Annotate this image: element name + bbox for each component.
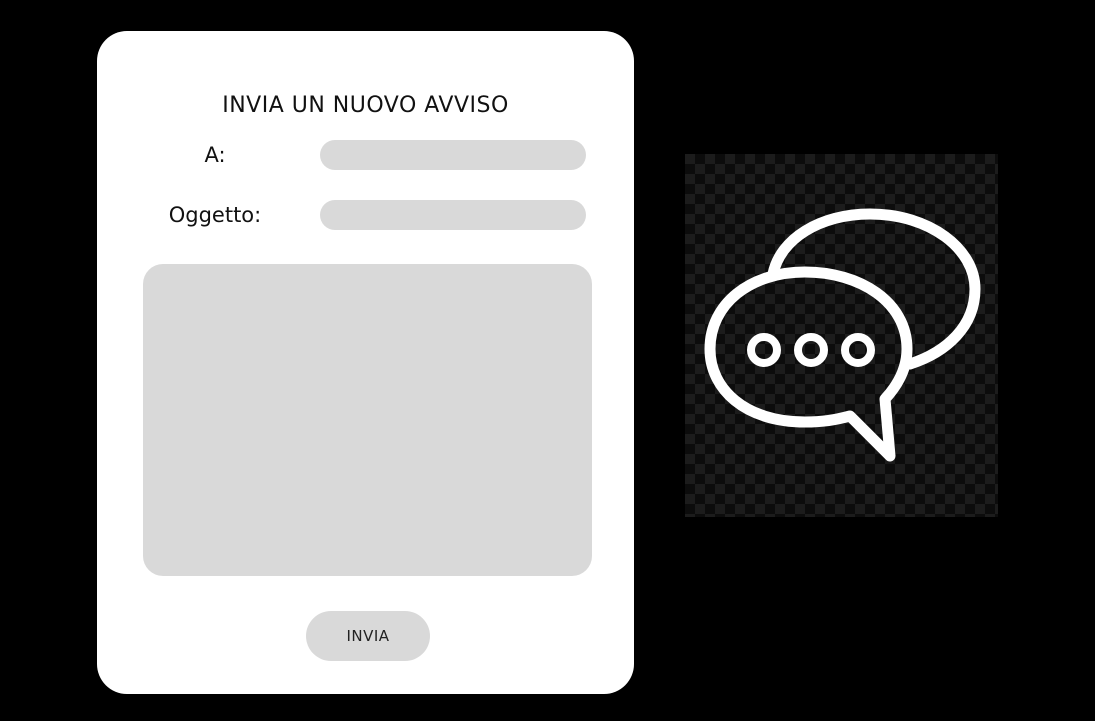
- chat-bubbles-icon: [685, 154, 998, 517]
- to-label: A:: [204, 143, 226, 167]
- form-title: INVIA UN NUOVO AVVISO: [222, 93, 509, 118]
- message-textarea[interactable]: [143, 264, 592, 576]
- send-button[interactable]: INVIA: [306, 611, 430, 661]
- subject-label: Oggetto:: [168, 203, 262, 227]
- alert-form-card: INVIA UN NUOVO AVVISO A: Oggetto: INVIA: [97, 31, 634, 694]
- page-background: INVIA UN NUOVO AVVISO A: Oggetto: INVIA: [0, 0, 1095, 721]
- to-input[interactable]: [320, 140, 586, 170]
- subject-input[interactable]: [320, 200, 586, 230]
